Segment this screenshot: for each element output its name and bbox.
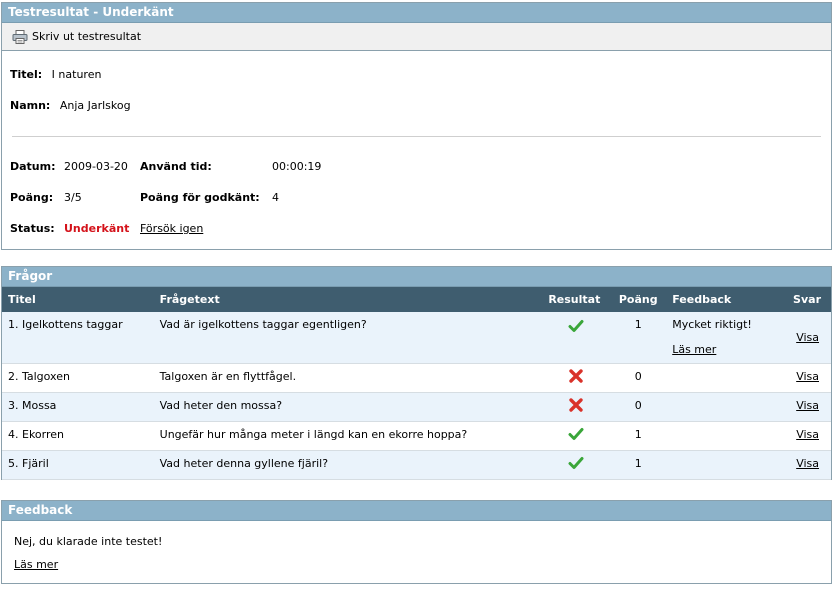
row-feedback	[666, 450, 771, 480]
row-svar: Visa	[770, 392, 831, 422]
questions-panel: Frågor Titel Frågetext Resultat Poäng Fe…	[1, 266, 832, 480]
namn-row: Namn: Anja Jarlskog	[10, 98, 131, 114]
feedback-panel-title: Feedback	[2, 501, 831, 521]
row-feedback	[666, 392, 771, 422]
table-row: 1. Igelkottens taggar Vad är igelkottens…	[2, 312, 831, 364]
datum-value: 2009-03-20	[64, 160, 128, 173]
godkant-label: Poäng för godkänt:	[140, 191, 260, 204]
row-text: Talgoxen är en flyttfågel.	[153, 363, 543, 393]
row-svar: Visa	[770, 312, 831, 364]
row-titel: 1. Igelkottens taggar	[2, 312, 154, 364]
row-text: Vad heter denna gyllene fjäril?	[153, 450, 543, 480]
result-panel-title: Testresultat - Underkänt	[2, 3, 831, 23]
col-feedback: Feedback	[666, 287, 771, 312]
table-row: 3. Mossa Vad heter den mossa? 0 Visa	[2, 392, 831, 422]
row-feedback	[666, 363, 771, 393]
godkant-value: 4	[272, 191, 279, 204]
row-poang: 0	[604, 392, 667, 422]
namn-label: Namn:	[10, 99, 51, 112]
cross-icon	[568, 368, 584, 384]
datum-label: Datum:	[10, 160, 56, 173]
row-result	[542, 312, 605, 364]
row-result	[542, 421, 605, 451]
result-panel: Testresultat - Underkänt Skriv ut testre…	[1, 2, 832, 250]
row-text: Vad heter den mossa?	[153, 392, 543, 422]
toolbar: Skriv ut testresultat	[2, 23, 831, 51]
check-icon	[568, 318, 584, 334]
row-titel: 2. Talgoxen	[2, 363, 154, 393]
row-poang: 1	[604, 312, 667, 364]
row-text: Vad är igelkottens taggar egentligen?	[153, 312, 543, 364]
namn-value: Anja Jarlskog	[59, 99, 131, 112]
feedback-panel: Feedback Nej, du klarade inte testet! Lä…	[1, 500, 832, 584]
visa-link[interactable]: Visa	[796, 457, 819, 470]
col-fragetext: Frågetext	[153, 287, 543, 312]
visa-link[interactable]: Visa	[796, 331, 819, 344]
titel-value: I naturen	[51, 68, 102, 81]
row-feedback-read-more-link[interactable]: Läs mer	[672, 343, 716, 356]
col-poang: Poäng	[604, 287, 667, 312]
feedback-message: Nej, du klarade inte testet!	[14, 535, 163, 548]
tid-label: Använd tid:	[140, 160, 212, 173]
row-titel: 3. Mossa	[2, 392, 154, 422]
table-header-row: Titel Frågetext Resultat Poäng Feedback …	[2, 287, 831, 312]
poang-label: Poäng:	[10, 191, 54, 204]
check-icon	[568, 426, 584, 442]
row-titel: 4. Ekorren	[2, 421, 154, 451]
row-poang: 0	[604, 363, 667, 393]
divider	[12, 136, 821, 137]
table-row: 4. Ekorren Ungefär hur många meter i län…	[2, 421, 831, 451]
check-icon	[568, 455, 584, 471]
questions-panel-title: Frågor	[2, 267, 831, 287]
row-titel: 5. Fjäril	[2, 450, 154, 480]
col-svar: Svar	[770, 287, 831, 312]
row-svar: Visa	[770, 450, 831, 480]
col-titel: Titel	[2, 287, 154, 312]
row-svar: Visa	[770, 421, 831, 451]
col-resultat: Resultat	[542, 287, 605, 312]
cross-icon	[568, 397, 584, 413]
feedback-read-more-link[interactable]: Läs mer	[14, 558, 58, 571]
row-feedback: Mycket riktigt! Läs mer	[666, 312, 771, 364]
visa-link[interactable]: Visa	[796, 399, 819, 412]
row-result	[542, 363, 605, 393]
row-result	[542, 450, 605, 480]
printer-icon[interactable]	[12, 29, 28, 44]
print-result-link[interactable]: Skriv ut testresultat	[32, 30, 141, 43]
row-feedback-text: Mycket riktigt!	[672, 318, 752, 331]
tid-value: 00:00:19	[272, 160, 322, 173]
row-text: Ungefär hur många meter i längd kan en e…	[153, 421, 543, 451]
row-poang: 1	[604, 421, 667, 451]
table-row: 2. Talgoxen Talgoxen är en flyttfågel. 0…	[2, 363, 831, 393]
visa-link[interactable]: Visa	[796, 370, 819, 383]
titel-row: Titel: I naturen	[10, 67, 101, 83]
row-svar: Visa	[770, 363, 831, 393]
titel-label: Titel:	[10, 68, 43, 81]
status-label: Status:	[10, 222, 55, 235]
status-value: Underkänt	[64, 222, 130, 235]
poang-value: 3/5	[64, 191, 82, 204]
row-feedback	[666, 421, 771, 451]
row-poang: 1	[604, 450, 667, 480]
table-row: 5. Fjäril Vad heter denna gyllene fjäril…	[2, 450, 831, 480]
retry-link[interactable]: Försök igen	[140, 222, 203, 235]
questions-table: Titel Frågetext Resultat Poäng Feedback …	[2, 287, 831, 480]
row-result	[542, 392, 605, 422]
visa-link[interactable]: Visa	[796, 428, 819, 441]
